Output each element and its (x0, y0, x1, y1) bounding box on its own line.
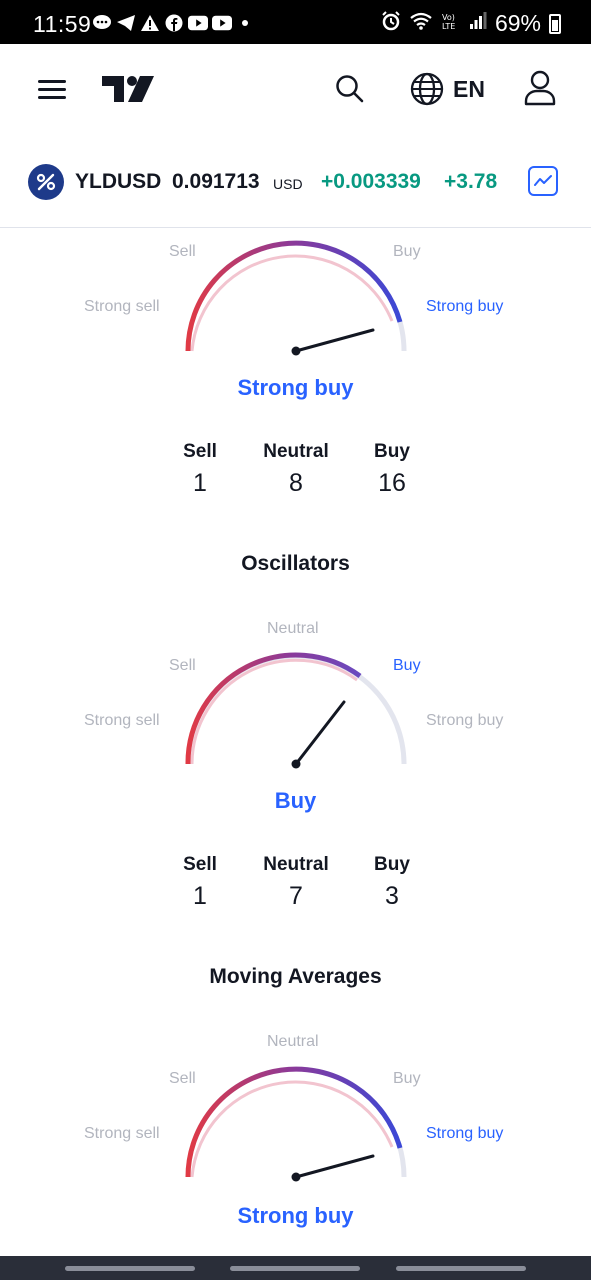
volte-icon: Vo) LTE (441, 11, 461, 36)
oscillators-gauge-dial (185, 652, 407, 769)
message-icon (92, 14, 112, 32)
count-buy-label: Buy (374, 441, 410, 462)
count-buy-value: 16 (378, 469, 406, 497)
count-sell-label: Sell (183, 441, 217, 462)
nav-handle-center[interactable] (230, 1266, 360, 1271)
battery-percent: 69% (494, 10, 541, 36)
count-sell: Sell 1 (150, 441, 250, 498)
count-neutral-label: Neutral (263, 441, 329, 462)
count-sell-value: 1 (193, 469, 207, 497)
oscillators-counts: Sell 1 Neutral 7 Buy 3 (0, 854, 591, 924)
svg-text:Vo): Vo) (442, 13, 455, 22)
gauge-label-strong-sell: Strong sell (84, 712, 160, 729)
gauge-label-strong-sell: Strong sell (84, 1125, 160, 1142)
summary-gauge-dial (185, 240, 407, 356)
count-sell: Sell 1 (150, 854, 250, 911)
language-selector[interactable]: EN (453, 76, 485, 103)
gauge-label-strong-buy: Strong buy (426, 298, 504, 315)
telegram-icon (116, 14, 136, 32)
moving-averages-gauge-dial (185, 1066, 407, 1182)
summary-result: Strong buy (237, 375, 354, 400)
gauge-label-strong-buy: Strong buy (426, 712, 504, 729)
count-buy: Buy 16 (342, 441, 442, 498)
moving-averages-gauge: Neutral Sell Buy Strong sell Strong buy … (0, 1025, 591, 1235)
moving-averages-result: Strong buy (237, 1203, 354, 1228)
symbol-name[interactable]: YLDUSD (75, 170, 161, 194)
gauge-label-strong-buy: Strong buy (426, 1125, 504, 1142)
more-notifications-dot (242, 20, 248, 26)
nav-handle-right[interactable] (396, 1266, 526, 1271)
chart-line-icon (534, 175, 552, 186)
symbol-currency: USD (273, 176, 303, 192)
price-change-percent: +3.78 (444, 170, 498, 193)
summary-gauge: Sell Buy Strong sell Strong buy Strong b… (0, 229, 591, 409)
moving-averages-title: Moving Averages (209, 965, 382, 988)
youtube-icon (188, 14, 208, 32)
summary-counts: Sell 1 Neutral 8 Buy 16 (0, 441, 591, 511)
svg-text:LTE: LTE (442, 22, 455, 31)
count-neutral: Neutral 8 (246, 441, 346, 498)
notification-icons (92, 14, 248, 32)
alarm-icon (381, 11, 401, 36)
count-sell-value: 1 (193, 882, 207, 910)
top-nav: EN (0, 44, 591, 136)
status-time: 11:59 (33, 11, 92, 37)
system-icons: Vo) LTE 69% (381, 10, 561, 37)
gauge-label-strong-sell: Strong sell (84, 298, 160, 315)
chart-button[interactable] (528, 166, 558, 196)
oscillators-title: Oscillators (241, 552, 350, 575)
count-buy-label: Buy (374, 854, 410, 875)
count-neutral-value: 8 (289, 469, 303, 497)
gauge-label-neutral: Neutral (267, 620, 319, 637)
tradingview-logo[interactable] (102, 74, 156, 104)
count-buy-value: 3 (385, 882, 399, 910)
count-sell-label: Sell (183, 854, 217, 875)
facebook-icon (164, 14, 184, 32)
status-bar: 11:59 Vo) LTE 69% (0, 0, 591, 44)
count-neutral: Neutral 7 (246, 854, 346, 911)
symbol-price: 0.091713 (172, 170, 260, 193)
user-icon[interactable] (523, 70, 557, 106)
search-icon[interactable] (335, 74, 365, 104)
count-neutral-value: 7 (289, 882, 303, 910)
menu-icon[interactable] (38, 80, 66, 100)
battery-icon (549, 13, 561, 34)
nav-handle-left[interactable] (65, 1266, 195, 1271)
gauge-label-neutral: Neutral (267, 1033, 319, 1050)
warning-icon (140, 14, 160, 32)
youtube-icon-2 (212, 14, 232, 32)
wifi-icon (409, 11, 433, 36)
crypto-symbol-icon (28, 164, 64, 200)
system-navigation-bar (0, 1256, 591, 1280)
symbol-header: YLDUSD 0.091713 USD +0.003339 +3.78 (0, 136, 591, 228)
oscillators-result: Buy (274, 788, 317, 813)
price-change: +0.003339 (321, 170, 421, 193)
oscillators-gauge: Neutral Sell Buy Strong sell Strong buy … (0, 612, 591, 822)
signal-icon (469, 12, 487, 35)
count-neutral-label: Neutral (263, 854, 329, 875)
count-buy: Buy 3 (342, 854, 442, 911)
globe-icon[interactable] (410, 72, 444, 106)
